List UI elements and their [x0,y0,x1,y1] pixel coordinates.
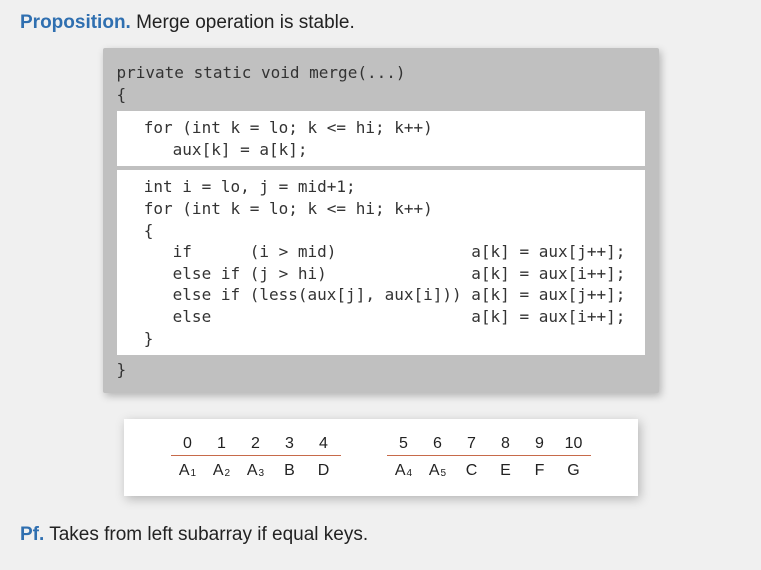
code-block: private static void merge(...) { for (in… [103,48,659,393]
right-subarray-table: 5678910 A4A5CEFG [387,433,591,482]
table-value-cell: D [307,456,341,482]
table-index-cell: 0 [171,433,205,455]
table-index-cell: 8 [489,433,523,455]
table-value-cell: C [455,456,489,482]
table-value-cell: A4 [387,456,421,482]
right-index-row: 5678910 [387,433,591,456]
table-index-cell: 6 [421,433,455,455]
code-close-brace: } [103,359,659,383]
table-value-cell: A2 [205,456,239,482]
table-value-cell: A3 [239,456,273,482]
left-subarray-table: 01234 A1A2A3BD [171,433,341,482]
code-signature: private static void merge(...) { [103,58,659,107]
code-merge-loop: int i = lo, j = mid+1; for (int k = lo; … [117,170,645,355]
table-value-cell: B [273,456,307,482]
table-value-cell: F [523,456,557,482]
left-value-row: A1A2A3BD [171,456,341,482]
table-value-cell: A1 [171,456,205,482]
table-index-cell: 1 [205,433,239,455]
table-value-cell: A5 [421,456,455,482]
left-index-row: 01234 [171,433,341,456]
subarray-tables: 01234 A1A2A3BD 5678910 A4A5CEFG [124,419,638,496]
table-index-cell: 10 [557,433,591,455]
table-index-cell: 3 [273,433,307,455]
proposition-statement: Merge operation is stable. [136,12,355,33]
table-index-cell: 4 [307,433,341,455]
table-index-cell: 2 [239,433,273,455]
proposition-headline: Proposition. Merge operation is stable. [20,12,741,34]
right-value-row: A4A5CEFG [387,456,591,482]
proof-label: Pf. [20,524,44,545]
proof-text: Takes from left subarray if equal keys. [49,524,368,545]
table-index-cell: 7 [455,433,489,455]
proof-footline: Pf. Takes from left subarray if equal ke… [20,524,741,546]
table-index-cell: 5 [387,433,421,455]
table-index-cell: 9 [523,433,557,455]
table-value-cell: E [489,456,523,482]
table-value-cell: G [557,456,591,482]
proposition-label: Proposition. [20,12,131,33]
code-copy-loop: for (int k = lo; k <= hi; k++) aux[k] = … [117,111,645,166]
